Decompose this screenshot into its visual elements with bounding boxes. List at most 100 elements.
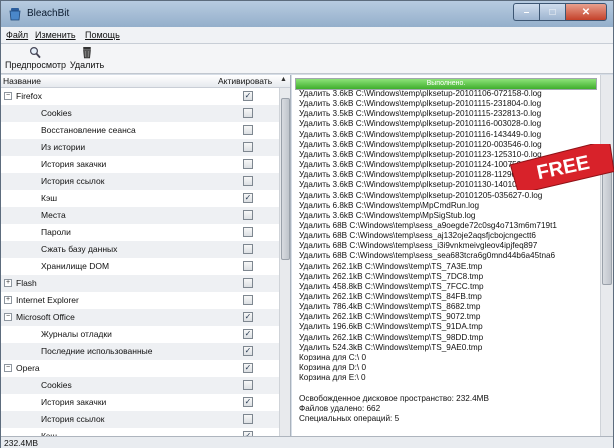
tree-row-child[interactable]: Хранилище DOM [1,258,279,275]
results-scrollbar[interactable] [600,75,613,436]
tree-row-child[interactable]: Восстановление сеанса [1,122,279,139]
tree-row-child[interactable]: Из истории [1,139,279,156]
tree-row-child[interactable]: Cookies [1,377,279,394]
tree-row-child[interactable]: Кэш ✓ [1,190,279,207]
enable-checkbox[interactable]: ✓ [243,397,253,407]
enable-checkbox[interactable] [243,176,253,186]
tree-item-label: Последние использованные [41,346,153,356]
collapse-icon[interactable]: − [4,92,12,100]
enable-checkbox[interactable] [243,125,253,135]
tree-row-parent[interactable]: − Microsoft Office ✓ [1,309,279,326]
expand-icon[interactable]: + [4,296,12,304]
tree-item-label: Flash [16,278,37,288]
enable-checkbox[interactable] [243,261,253,271]
enable-checkbox[interactable] [243,244,253,254]
enable-checkbox[interactable] [243,142,253,152]
log-line: Удалить 262.1kB C:\Windows\temp\TS_7DC8.… [299,271,484,281]
tree-row-child[interactable]: История ссылок [1,173,279,190]
log-line: Удалить 196.6kB C:\Windows\temp\TS_91DA.… [299,322,483,332]
tree-row-parent[interactable]: − Opera ✓ [1,360,279,377]
tree-item-label: История ссылок [41,176,105,186]
enable-checkbox[interactable]: ✓ [243,91,253,101]
tree-scrollbar-thumb[interactable] [281,98,290,260]
tree-row-child[interactable]: История ссылок [1,411,279,428]
enable-checkbox[interactable] [243,227,253,237]
tree-row-child[interactable]: История закачки ✓ [1,394,279,411]
enable-checkbox[interactable] [243,210,253,220]
tree-item-label: Microsoft Office [16,312,75,322]
enable-checkbox[interactable]: ✓ [243,363,253,373]
log-line: Удалить 524.3kB C:\Windows\temp\TS_9AE0.… [299,342,483,352]
enable-checkbox[interactable]: ✓ [243,193,253,203]
tree-item-label: Сжать базу данных [41,244,118,254]
minimize-button[interactable]: – [513,3,539,21]
expand-icon[interactable]: + [4,279,12,287]
tree-row-parent[interactable]: − Firefox ✓ [1,88,279,105]
tree-row-child[interactable]: Сжать базу данных [1,241,279,258]
log-line: Корзина для E:\ 0 [299,373,366,383]
log-line: Удалить 3.6kB C:\Windows\temp\MpSigStub.… [299,210,476,220]
tree-row-child[interactable]: Последние использованные ✓ [1,343,279,360]
enable-checkbox[interactable] [243,108,253,118]
close-button[interactable]: ✕ [565,3,607,21]
bleachbit-app-icon [9,8,21,21]
log-line: Удалить 262.1kB C:\Windows\temp\TS_9072.… [299,312,481,322]
collapse-icon[interactable]: − [4,313,12,321]
tree-row-child[interactable]: История закачки [1,156,279,173]
title-bar[interactable]: BleachBit – □ ✕ [1,1,613,27]
tree-item-label: Cookies [41,380,72,390]
log-line: Удалить 3.6kB C:\Windows\temp\plksetup-2… [299,190,543,200]
log-line: Корзина для D:\ 0 [299,363,367,373]
window-title: BleachBit [27,8,70,19]
enable-checkbox[interactable] [243,295,253,305]
menu-edit[interactable]: Изменить [35,30,76,40]
column-enable-header[interactable]: Активировать [218,76,272,86]
tree-item-label: История ссылок [41,414,105,424]
collapse-icon[interactable]: − [4,364,12,372]
tree-row-child[interactable]: Журналы отладки ✓ [1,326,279,343]
log-line: Удалить 68B C:\Windows\temp\sess_i3i9vnk… [299,241,538,251]
log-line: Удалить 262.1kB C:\Windows\temp\TS_84FB.… [299,292,482,301]
log-line: Специальных операций: 5 [299,413,400,423]
tree-item-label: Internet Explorer [16,295,79,305]
log-line: Удалить 458.8kB C:\Windows\temp\TS_7FCC.… [299,281,484,291]
delete-button[interactable]: Удалить [69,46,105,70]
tree-item-label: Места [41,210,66,220]
column-name-header[interactable]: Название [3,76,41,86]
log-line: Удалить 68B C:\Windows\temp\sess_sea683t… [299,251,556,261]
tree-row-child[interactable]: Cookies [1,105,279,122]
log-line: Удалить 3.6kB C:\Windows\temp\plksetup-2… [299,170,542,180]
tree-row-child[interactable]: Кэш ✓ [1,428,279,436]
scroll-up-arrow-icon[interactable]: ▲ [280,76,287,83]
tree-row-child[interactable]: Пароли [1,224,279,241]
enable-checkbox[interactable]: ✓ [243,346,253,356]
log-line: Файлов удалено: 662 [299,403,381,413]
tree-item-label: Кэш [41,193,58,203]
preview-label: Предпросмотр [5,60,67,70]
tree-row-parent[interactable]: + Flash [1,275,279,292]
maximize-button[interactable]: □ [539,3,565,21]
tree-item-label: Хранилище DOM [41,261,110,271]
tree-scrollbar[interactable] [279,88,290,436]
enable-checkbox[interactable] [243,380,253,390]
magnifier-icon [29,46,41,59]
tree-row-parent[interactable]: + Internet Explorer [1,292,279,309]
log-line: Удалить 68B C:\Windows\temp\sess_a9oegde… [299,220,557,230]
tree-item-label: История закачки [41,397,107,407]
delete-label: Удалить [69,60,105,70]
tree-row-child[interactable]: Места [1,207,279,224]
enable-checkbox[interactable]: ✓ [243,329,253,339]
log-line: Удалить 262.1kB C:\Windows\temp\TS_98DD.… [299,332,484,342]
enable-checkbox[interactable] [243,278,253,288]
enable-checkbox[interactable] [243,414,253,424]
preview-button[interactable]: Предпросмотр [5,46,67,70]
results-pane: Выполнено. Удалить 3.6kB C:\Windows\temp… [292,75,600,436]
menu-help[interactable]: Помощь [85,30,120,40]
tree-item-label: Opera [16,363,40,373]
tree-item-label: Пароли [41,227,71,237]
menu-file[interactable]: Файл [6,30,28,40]
status-text: 232.4MB [4,438,39,448]
progress-label: Выполнено. [426,80,466,87]
enable-checkbox[interactable] [243,159,253,169]
enable-checkbox[interactable]: ✓ [243,312,253,322]
